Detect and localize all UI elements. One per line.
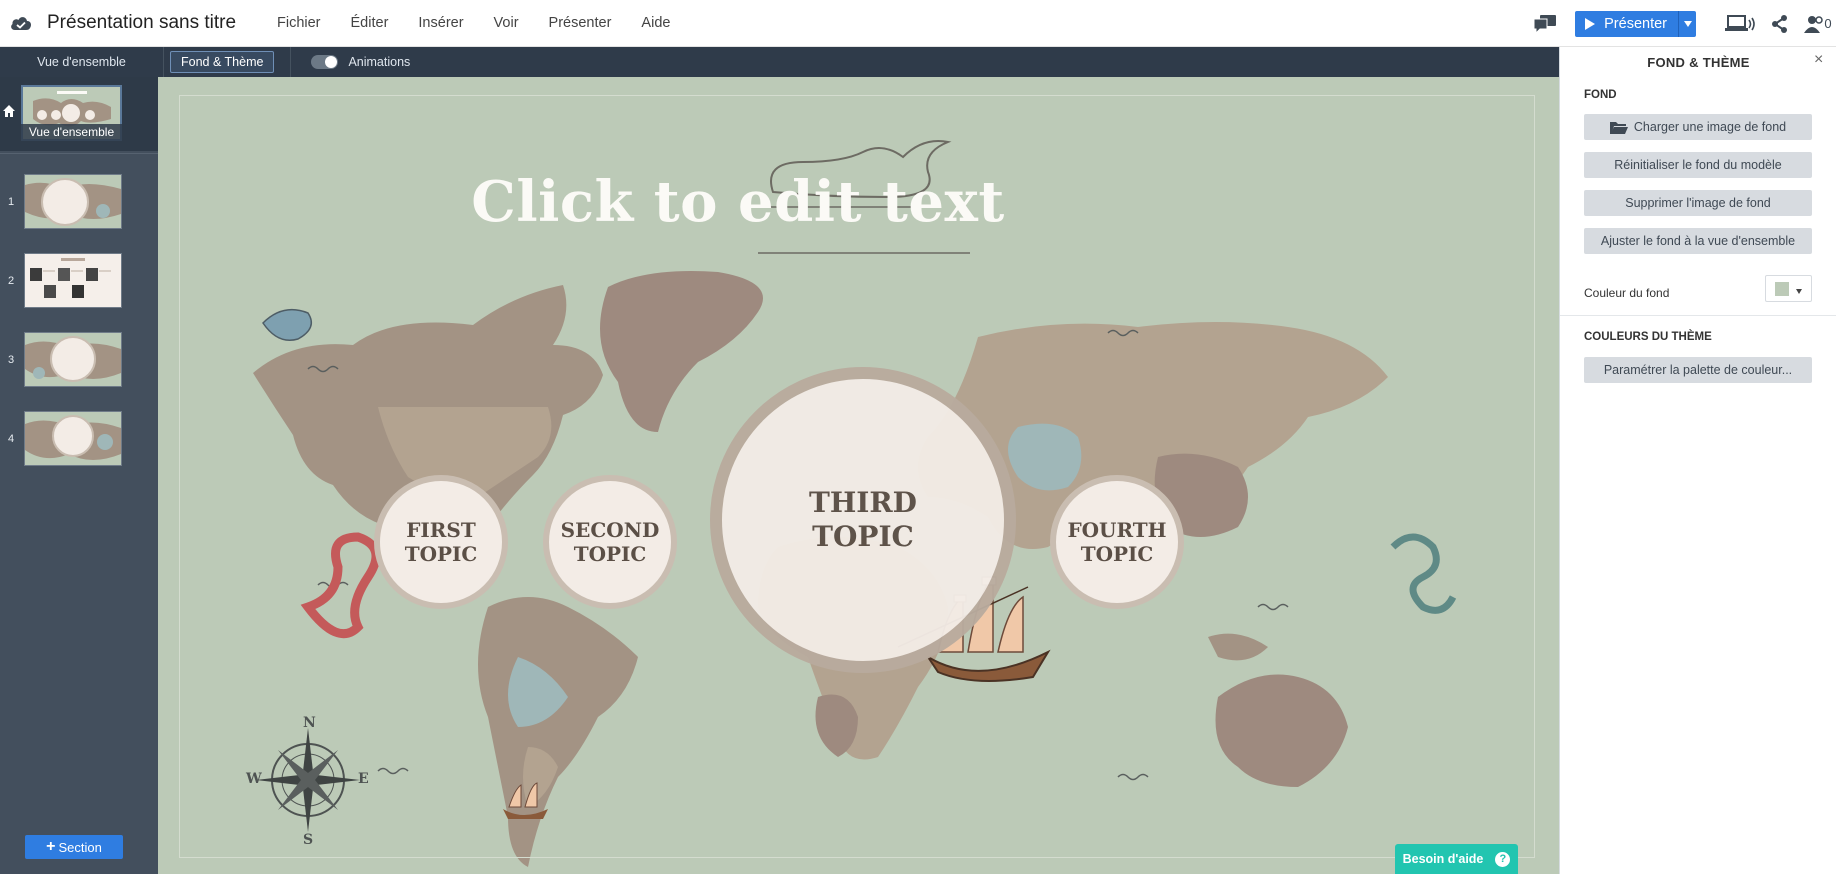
- folder-open-icon: [1609, 121, 1628, 134]
- share-icon[interactable]: [1760, 0, 1800, 47]
- topic-circle-third[interactable]: THIRD TOPIC: [710, 367, 1016, 673]
- menu-editer[interactable]: Éditer: [336, 15, 404, 31]
- topic-label: TOPIC: [404, 542, 478, 566]
- compass-east: E: [358, 771, 369, 787]
- collaborators-icon[interactable]: 0: [1800, 0, 1836, 47]
- slide-thumbnail-1[interactable]: [24, 174, 122, 229]
- plus-icon: +: [46, 838, 56, 855]
- background-color-label: Couleur du fond: [1584, 286, 1670, 300]
- slide-item-3[interactable]: 3: [0, 332, 158, 388]
- home-icon: [3, 105, 15, 117]
- slide-number: 3: [8, 354, 15, 366]
- present-label: Présenter: [1604, 15, 1667, 32]
- topic-circle-second[interactable]: SECOND TOPIC: [543, 475, 677, 609]
- upload-background-button[interactable]: Charger une image de fond: [1584, 114, 1812, 140]
- topic-label: FIRST: [406, 518, 476, 542]
- reset-background-button[interactable]: Réinitialiser le fond du modèle: [1584, 152, 1812, 178]
- menu-presenter[interactable]: Présenter: [534, 15, 627, 31]
- slide-number: 2: [8, 275, 15, 287]
- topic-label: TOPIC: [1080, 542, 1154, 566]
- panel-divider: [1560, 315, 1836, 316]
- animations-toggle[interactable]: [311, 55, 339, 69]
- close-icon[interactable]: ×: [1814, 51, 1823, 69]
- compass-west: W: [246, 771, 262, 787]
- present-dropdown-button[interactable]: [1679, 11, 1696, 37]
- topic-label: TOPIC: [812, 520, 914, 553]
- slides-sidebar: Vue d'ensemble 1 2 3 4 + Section: [0, 77, 158, 874]
- help-label: Besoin d'aide: [1402, 852, 1484, 866]
- play-icon: [1585, 17, 1596, 30]
- slide-title[interactable]: Click to edit text: [458, 169, 1018, 235]
- upload-background-label: Charger une image de fond: [1633, 120, 1787, 134]
- topic-label: SECOND: [560, 518, 660, 542]
- background-theme-panel: FOND & THÈME × FOND Charger une image de…: [1559, 47, 1836, 874]
- chevron-down-icon: [1683, 20, 1692, 27]
- topic-circle-first[interactable]: FIRST TOPIC: [374, 475, 508, 609]
- editor-toolbar: Vue d'ensemble Fond & Thème Animations: [0, 47, 1559, 77]
- cloud-logo-icon[interactable]: [10, 12, 32, 34]
- comments-icon[interactable]: [1525, 0, 1565, 47]
- remote-present-icon[interactable]: [1720, 0, 1760, 47]
- present-main-button[interactable]: Présenter: [1575, 10, 1679, 37]
- present-button[interactable]: Présenter: [1575, 10, 1696, 37]
- animations-label: Animations: [348, 55, 411, 69]
- panel-title: FOND & THÈME: [1647, 55, 1750, 70]
- background-color-picker[interactable]: [1765, 275, 1812, 302]
- color-swatch: [1775, 281, 1789, 296]
- tab-background-theme[interactable]: Fond & Thème: [170, 51, 275, 73]
- add-section-button[interactable]: + Section: [25, 835, 123, 859]
- slide-item-4[interactable]: 4: [0, 411, 158, 467]
- compass-north: N: [303, 715, 316, 731]
- document-title[interactable]: Présentation sans titre: [47, 12, 277, 34]
- top-menu-bar: Présentation sans titre Fichier Éditer I…: [0, 0, 1836, 47]
- slide-number: 4: [8, 433, 15, 445]
- topic-label: FOURTH: [1067, 518, 1167, 542]
- toolbar-divider: [290, 47, 292, 77]
- color-palette-button[interactable]: Paramétrer la palette de couleur...: [1584, 357, 1812, 383]
- slide-number: 1: [8, 196, 15, 208]
- slide-thumbnail-4[interactable]: [24, 411, 122, 466]
- menu-aide[interactable]: Aide: [626, 15, 685, 31]
- menu-voir[interactable]: Voir: [479, 15, 534, 31]
- main-menu: Fichier Éditer Insérer Voir Présenter Ai…: [277, 15, 685, 31]
- users-count: 0: [1824, 16, 1832, 31]
- section-background-heading: FOND: [1584, 89, 1617, 101]
- menu-inserer[interactable]: Insérer: [403, 15, 478, 31]
- menu-fichier[interactable]: Fichier: [277, 15, 336, 31]
- slide-canvas[interactable]: N S E W Click to edit text FIRST TOPIC SE…: [158, 77, 1559, 874]
- slide-item-2[interactable]: 2: [0, 253, 158, 309]
- section-theme-colors-heading: COULEURS DU THÈME: [1584, 331, 1712, 343]
- help-question-icon: ?: [1495, 851, 1511, 867]
- chevron-down-icon: [1796, 288, 1802, 294]
- top-right-controls: Présenter 0: [1525, 0, 1836, 47]
- sidebar-divider: [0, 153, 158, 154]
- topic-label: THIRD: [809, 486, 917, 520]
- slide-thumbnail-2[interactable]: [24, 253, 122, 308]
- overview-row[interactable]: Vue d'ensemble: [0, 77, 158, 151]
- delete-background-button[interactable]: Supprimer l'image de fond: [1584, 190, 1812, 216]
- topic-label: TOPIC: [573, 542, 647, 566]
- tab-overview[interactable]: Vue d'ensemble: [0, 47, 164, 77]
- slide-thumbnail-3[interactable]: [24, 332, 122, 387]
- fit-background-button[interactable]: Ajuster le fond à la vue d'ensemble: [1584, 228, 1812, 254]
- overview-thumbnail-label: Vue d'ensemble: [21, 124, 122, 141]
- compass-south: S: [303, 832, 314, 848]
- add-section-label: Section: [58, 839, 102, 855]
- slide-item-1[interactable]: 1: [0, 174, 158, 230]
- topic-circle-fourth[interactable]: FOURTH TOPIC: [1050, 475, 1184, 609]
- help-button[interactable]: Besoin d'aide ?: [1395, 844, 1518, 874]
